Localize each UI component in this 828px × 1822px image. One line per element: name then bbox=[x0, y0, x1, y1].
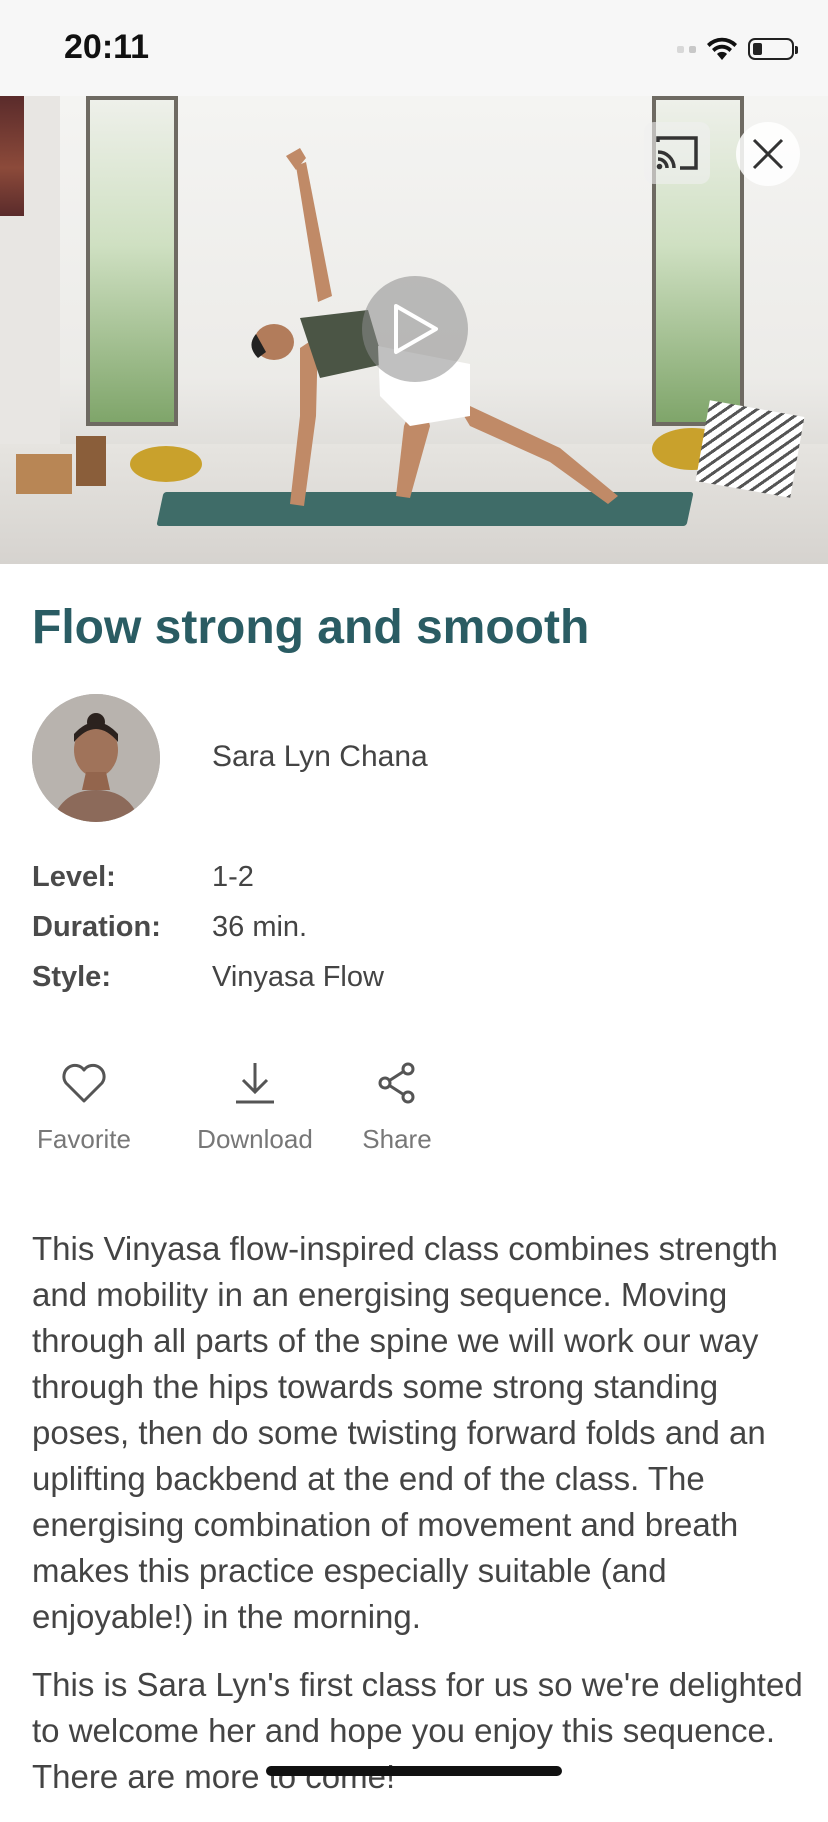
meta-label: Duration: bbox=[32, 910, 161, 943]
share-label: Share bbox=[362, 1124, 432, 1154]
favorite-button[interactable]: Favorite bbox=[32, 1056, 136, 1155]
home-indicator[interactable] bbox=[266, 1766, 562, 1776]
play-button[interactable] bbox=[362, 276, 468, 382]
meta-row-duration: Duration: 36 min. bbox=[32, 902, 384, 952]
description-paragraph: This Vinyasa flow-inspired class combine… bbox=[32, 1230, 778, 1635]
cast-icon bbox=[644, 122, 710, 184]
instructor-avatar[interactable] bbox=[32, 694, 160, 822]
meta-row-level: Level: 1-2 bbox=[32, 852, 384, 902]
class-title: Flow strong and smooth bbox=[32, 601, 590, 654]
meta-value: 36 min. bbox=[212, 910, 308, 943]
instructor-name[interactable]: Sara Lyn Chana bbox=[212, 740, 428, 774]
close-button[interactable] bbox=[736, 122, 800, 186]
video-player[interactable] bbox=[0, 96, 828, 564]
meta-row-style: Style: Vinyasa Flow bbox=[32, 952, 384, 1002]
share-button[interactable]: Share bbox=[354, 1056, 440, 1155]
play-icon bbox=[394, 304, 438, 354]
share-icon bbox=[378, 1062, 415, 1104]
heart-icon bbox=[62, 1063, 106, 1103]
avatar-portrait bbox=[32, 694, 160, 822]
battery-icon bbox=[748, 38, 798, 60]
meta-label: Level: bbox=[32, 860, 116, 893]
cellular-signal-icon bbox=[677, 45, 696, 53]
meta-label: Style: bbox=[32, 960, 111, 993]
close-icon bbox=[752, 138, 784, 170]
description-paragraph: This is Sara Lyn's first class for us so… bbox=[32, 1666, 803, 1795]
status-icons bbox=[677, 34, 798, 64]
favorite-label: Favorite bbox=[37, 1124, 131, 1154]
meta-value: 1-2 bbox=[212, 860, 254, 893]
action-bar: Favorite Download Share bbox=[32, 1056, 440, 1155]
download-label: Download bbox=[197, 1124, 313, 1154]
cast-button[interactable] bbox=[644, 122, 710, 184]
status-bar: 20:11 bbox=[0, 0, 828, 96]
status-time: 20:11 bbox=[64, 28, 150, 66]
wifi-icon bbox=[707, 37, 737, 60]
download-button[interactable]: Download bbox=[186, 1056, 324, 1155]
class-meta: Level: 1-2 Duration: 36 min. Style: Viny… bbox=[32, 852, 384, 1002]
class-description: This Vinyasa flow-inspired class combine… bbox=[32, 1226, 812, 1822]
download-icon bbox=[236, 1063, 274, 1104]
meta-value: Vinyasa Flow bbox=[212, 960, 384, 993]
